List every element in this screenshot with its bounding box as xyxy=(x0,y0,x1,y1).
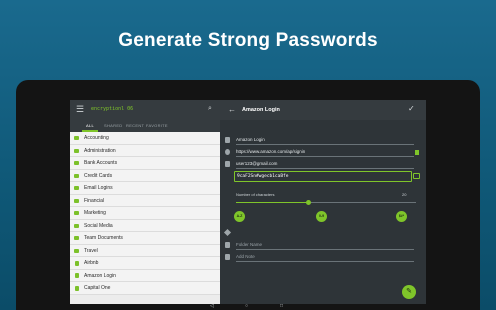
folder-list-pane: ☰ encryptionl 06 ⌕ ALL SHARED RECENT FAV… xyxy=(70,100,220,310)
menu-icon[interactable]: ☰ xyxy=(76,105,84,114)
list-item[interactable]: Marketing xyxy=(70,207,220,220)
name-field[interactable]: Amazon Login xyxy=(220,136,426,146)
detail-title: Amazon Login xyxy=(242,107,280,113)
name-value: Amazon Login xyxy=(236,137,265,142)
note-icon xyxy=(225,254,230,260)
pencil-icon: ✎ xyxy=(406,288,412,295)
list-item-label: Capital One xyxy=(84,285,111,291)
field-underline xyxy=(236,261,414,262)
field-underline xyxy=(236,144,414,145)
filter-tabs: ALL SHARED RECENT FAVORITE xyxy=(70,120,220,132)
list-item-label: Marketing xyxy=(84,210,106,216)
url-value: https://www.amazon.com/ap/signin xyxy=(236,149,306,154)
list-item[interactable]: Amazon Login xyxy=(70,269,220,282)
folder-icon xyxy=(74,198,79,203)
recents-nav-icon[interactable]: □ xyxy=(280,303,283,309)
edit-fab[interactable]: ✎ xyxy=(402,285,416,299)
folder-icon xyxy=(74,148,79,153)
file-icon xyxy=(74,273,79,278)
folder-list: Accounting Administration Bank Accounts … xyxy=(70,132,220,295)
list-item[interactable]: Capital One xyxy=(70,282,220,295)
list-item-label: Email Logins xyxy=(84,185,113,191)
list-item[interactable]: Travel xyxy=(70,244,220,257)
globe-icon xyxy=(225,149,230,155)
entry-detail-pane: ← Amazon Login ✓ Amazon Login https://ww… xyxy=(220,100,426,310)
notes-placeholder: Add Note xyxy=(236,254,255,259)
list-item-label: Social Media xyxy=(84,222,113,229)
folder-icon xyxy=(74,211,79,215)
list-item[interactable]: Financial xyxy=(70,194,220,207)
num-chars-value: 20 xyxy=(402,192,407,197)
back-arrow-icon[interactable]: ← xyxy=(228,105,236,114)
option-digits-toggle[interactable]: 0-9 xyxy=(316,211,327,222)
list-item[interactable]: Accounting xyxy=(70,132,220,145)
tab-shared[interactable]: SHARED xyxy=(104,123,122,128)
username-field[interactable]: user123@gmail.com xyxy=(220,160,426,170)
tab-favorite[interactable]: FAVORITE xyxy=(146,123,168,128)
folder-icon xyxy=(74,136,79,140)
home-nav-icon[interactable]: ○ xyxy=(245,303,248,309)
length-slider-thumb[interactable] xyxy=(305,200,311,205)
android-nav-bar: ◁ ○ □ xyxy=(70,303,426,310)
app-screen: ☰ encryptionl 06 ⌕ ALL SHARED RECENT FAV… xyxy=(70,100,426,310)
list-item-label: Airbnb xyxy=(84,260,99,266)
list-item-label: Bank Accounts xyxy=(84,160,118,166)
field-underline xyxy=(236,249,414,250)
list-item[interactable]: Email Logins xyxy=(70,182,220,195)
app-name: encryptionl 06 xyxy=(91,106,134,112)
url-field[interactable]: https://www.amazon.com/ap/signin xyxy=(220,148,426,158)
list-item[interactable]: Credit Cards xyxy=(70,169,220,182)
folder-icon xyxy=(74,161,79,165)
copy-icon[interactable] xyxy=(413,173,420,179)
folder-icon xyxy=(74,173,79,178)
list-item-label: Travel xyxy=(84,247,98,254)
folder-icon xyxy=(74,236,79,240)
list-item-label: Credit Cards xyxy=(84,172,113,179)
headline: Generate Strong Passwords xyxy=(118,30,378,51)
password-value: 9caF2Sn#wgecb1caBfe xyxy=(237,174,289,179)
list-item[interactable]: Airbnb xyxy=(70,257,220,270)
num-chars-label: Number of characters xyxy=(236,192,275,197)
key-icon xyxy=(225,161,230,167)
folder-field[interactable]: Folder Name xyxy=(220,241,426,251)
delete-icon[interactable] xyxy=(415,150,419,155)
save-check-icon[interactable]: ✓ xyxy=(408,104,415,113)
list-item-label: Team Documents xyxy=(84,235,123,241)
list-item[interactable]: Team Documents xyxy=(70,232,220,245)
search-icon[interactable]: ⌕ xyxy=(208,105,212,113)
folder-icon xyxy=(74,248,79,253)
list-item-label: Amazon Login xyxy=(84,272,116,279)
field-underline xyxy=(236,156,414,157)
detail-top-bar: ← Amazon Login ✓ xyxy=(220,100,426,120)
password-field[interactable]: 9caF2Sn#wgecb1caBfe xyxy=(234,171,412,182)
notes-field[interactable]: Add Note xyxy=(220,253,426,263)
file-icon xyxy=(74,260,79,266)
list-item[interactable]: Bank Accounts xyxy=(70,157,220,170)
list-item-label: Accounting xyxy=(84,135,109,141)
length-slider-fill xyxy=(236,202,308,203)
top-bar: ☰ encryptionl 06 ⌕ xyxy=(70,100,220,120)
list-item[interactable]: Social Media xyxy=(70,219,220,232)
option-symbols-toggle[interactable]: $#* xyxy=(396,211,407,222)
document-icon xyxy=(225,137,230,143)
folder-icon xyxy=(74,186,79,190)
list-item-label: Financial xyxy=(84,197,105,204)
back-nav-icon[interactable]: ◁ xyxy=(210,303,214,309)
username-value: user123@gmail.com xyxy=(236,161,278,166)
folder-icon xyxy=(74,223,79,228)
tab-recent[interactable]: RECENT xyxy=(126,123,144,128)
list-item-label: Administration xyxy=(84,147,116,154)
list-item[interactable]: Administration xyxy=(70,144,220,157)
field-underline xyxy=(236,168,414,169)
file-icon xyxy=(74,285,79,291)
option-uppercase-toggle[interactable]: A-Z xyxy=(234,211,245,222)
pen-icon xyxy=(223,228,232,237)
tab-all[interactable]: ALL xyxy=(86,123,94,128)
folder-placeholder: Folder Name xyxy=(236,242,263,247)
folder-icon xyxy=(225,242,230,248)
